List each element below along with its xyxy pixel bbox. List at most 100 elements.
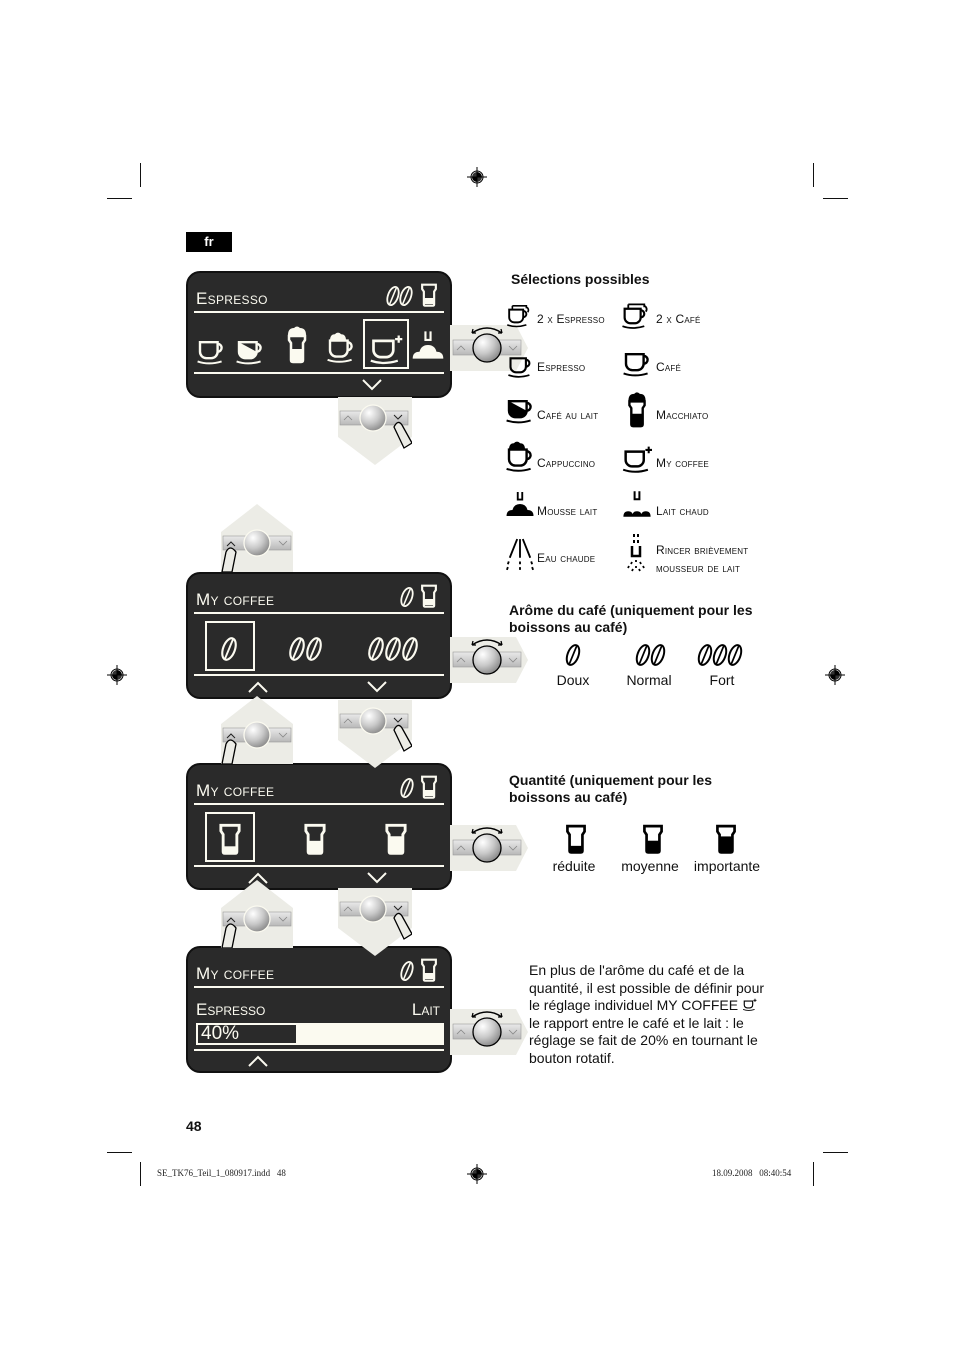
registration-mark-icon	[107, 665, 127, 685]
cafe-au-lait-icon[interactable]	[235, 337, 267, 365]
crop-mark	[823, 198, 848, 199]
cup-medium-icon[interactable]	[303, 823, 327, 855]
selections-heading: Sélections possibles	[511, 271, 650, 287]
cup-level-icon	[421, 584, 437, 608]
language-tab: fr	[186, 232, 232, 252]
ratio-left-label: Espresso	[196, 1000, 266, 1019]
quantity-heading: Quantité (uniquement pour les boissons a…	[509, 772, 713, 805]
chevron-up-icon[interactable]	[247, 1054, 269, 1068]
selection-label: Mousse lait	[537, 504, 598, 518]
chevron-down-icon[interactable]	[366, 680, 388, 694]
selection-label: Cappuccino	[537, 456, 596, 470]
crop-mark	[813, 163, 814, 187]
aroma-mild-option[interactable]	[220, 636, 240, 662]
three-beans-icon	[697, 643, 743, 667]
ratio-value: 40%	[201, 1023, 240, 1044]
aroma-label: Fort	[709, 672, 735, 688]
knob-press-down-control[interactable]	[338, 888, 412, 956]
milk-foam-icon[interactable]	[411, 327, 445, 363]
selection-label: Macchiato	[656, 408, 709, 422]
glass-fill	[569, 845, 583, 852]
hot-milk-icon	[621, 488, 653, 520]
aroma-heading: Arôme du café (uniquement pour les boiss…	[509, 602, 753, 635]
cup-level-icon	[421, 958, 437, 982]
selection-label: Lait chaud	[656, 504, 709, 518]
selection-label: Espresso	[537, 360, 586, 374]
divider	[194, 986, 444, 988]
quantity-small-icon	[565, 824, 587, 854]
two-beans-icon	[635, 643, 666, 667]
cappuccino-icon[interactable]	[326, 329, 358, 365]
my-coffee-icon	[621, 445, 655, 473]
divider	[194, 1049, 444, 1051]
registration-mark-icon	[467, 1164, 487, 1184]
two-espresso-icon	[506, 303, 534, 329]
crop-mark	[107, 1152, 132, 1153]
one-bean-icon	[400, 586, 414, 608]
espresso-icon	[507, 354, 535, 378]
cup-large-icon[interactable]	[384, 823, 408, 855]
knob-press-down-control[interactable]	[338, 397, 412, 465]
knob-press-up-control[interactable]	[221, 880, 293, 948]
quantity-medium-icon	[642, 824, 664, 854]
quantity-label: importante	[693, 858, 761, 874]
divider	[194, 865, 444, 867]
glass-fill	[719, 836, 733, 852]
crop-mark	[140, 163, 141, 187]
file-slug: SE_TK76_Teil_1_080917.indd 48	[157, 1168, 286, 1178]
one-bean-icon	[565, 643, 581, 667]
rotary-knob-control[interactable]	[450, 821, 530, 875]
page-number: 48	[186, 1118, 202, 1134]
chevron-up-icon[interactable]	[247, 680, 269, 694]
display-screen-quantity: My coffee	[186, 763, 452, 890]
glass-fill	[389, 836, 403, 853]
print-timestamp: 18.09.2008 08:40:54	[712, 1168, 792, 1178]
macchiato-icon	[625, 391, 649, 429]
chevron-down-icon[interactable]	[366, 871, 388, 885]
rotary-knob-control[interactable]	[450, 633, 530, 687]
glass-fill	[308, 840, 322, 853]
selection-label: 2 x Café	[656, 312, 701, 326]
ratio-note-paragraph: En plus de l'arôme du café et de la quan…	[529, 962, 765, 1066]
screen-title: My coffee	[196, 964, 275, 983]
crop-mark	[107, 198, 132, 199]
espresso-cup-icon[interactable]	[196, 337, 228, 365]
one-bean-icon	[400, 960, 414, 982]
glass-fill	[223, 846, 237, 853]
selection-label: Café au lait	[537, 408, 599, 422]
display-screen-espresso: Espresso	[186, 271, 452, 398]
divider	[194, 803, 444, 805]
milk-foam-icon	[505, 488, 535, 520]
my-coffee-icon[interactable]	[369, 333, 405, 365]
aroma-strong-option[interactable]	[367, 636, 421, 662]
macchiato-icon[interactable]	[285, 325, 309, 365]
cafe-au-lait-icon	[505, 396, 537, 424]
divider	[194, 311, 444, 313]
selection-label: Eau chaude	[537, 551, 596, 565]
chevron-down-icon[interactable]	[361, 378, 383, 392]
cup-small-icon[interactable]	[218, 823, 242, 855]
my-coffee-icon	[742, 998, 758, 1011]
crop-mark	[140, 1162, 141, 1186]
rotary-knob-control[interactable]	[450, 1005, 530, 1059]
display-screen-ratio: My coffee Espresso Lait 40%	[186, 946, 452, 1073]
crop-mark	[813, 1162, 814, 1186]
quantity-label: réduite	[552, 858, 596, 874]
registration-mark-icon	[467, 167, 487, 187]
knob-press-up-control[interactable]	[221, 504, 293, 572]
ratio-right-label: Lait	[411, 1000, 440, 1019]
registration-mark-icon	[825, 665, 845, 685]
quantity-large-icon	[715, 824, 737, 854]
ratio-bar[interactable]: 40%	[196, 1023, 444, 1045]
rinse-frother-icon	[624, 533, 648, 573]
knob-press-up-control[interactable]	[221, 696, 293, 764]
aroma-label: Normal	[626, 672, 672, 688]
selection-label: 2 x Espresso	[537, 312, 605, 326]
selection-label: mousseur de lait	[656, 561, 741, 575]
knob-press-down-control[interactable]	[338, 700, 412, 768]
aroma-normal-option[interactable]	[288, 636, 326, 662]
one-bean-icon	[400, 777, 414, 799]
display-screen-aroma: My coffee	[186, 572, 452, 699]
divider	[194, 674, 444, 676]
selection-label: My coffee	[656, 456, 709, 470]
